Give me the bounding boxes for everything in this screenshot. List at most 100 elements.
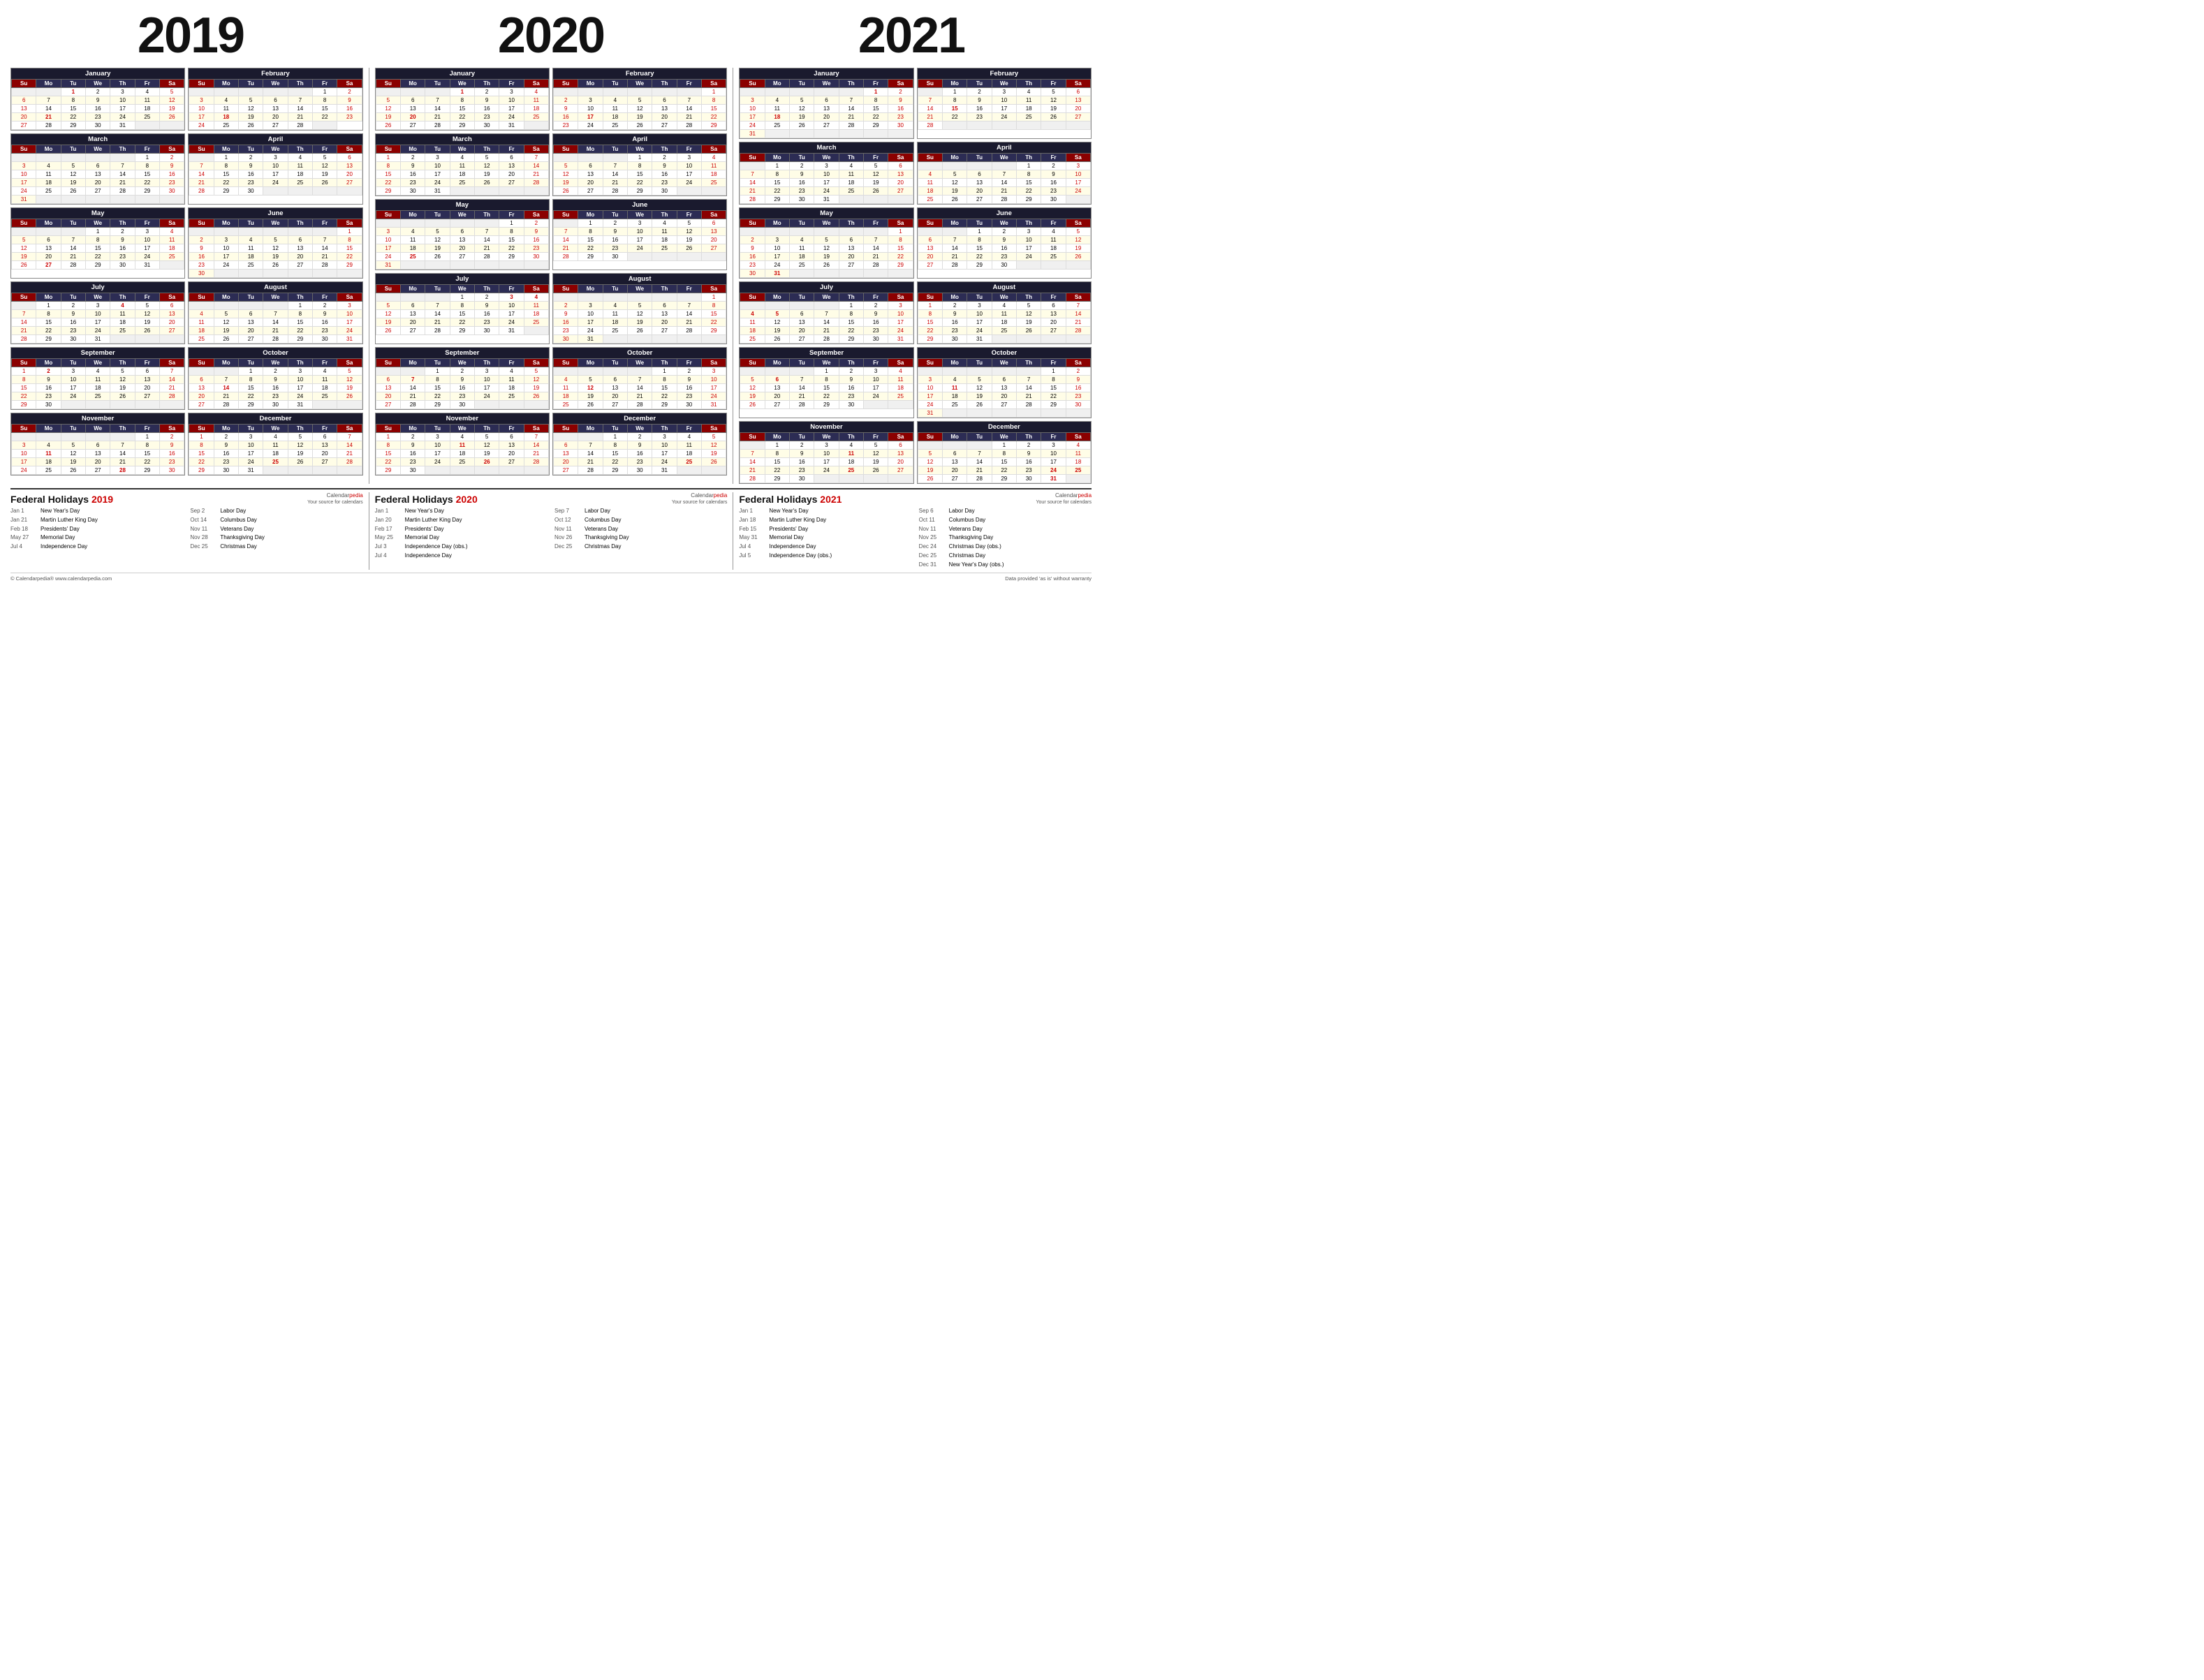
day-header: Sa — [701, 359, 726, 367]
cal-day: 9 — [401, 441, 425, 450]
cal-day — [814, 88, 839, 96]
cal-day: 14 — [474, 236, 499, 244]
holiday-item: Jul 3Independence Day (obs.) — [375, 543, 548, 552]
cal-day: 1 — [288, 302, 312, 310]
cal-day: 25 — [85, 392, 110, 401]
cal-day: 20 — [578, 179, 603, 187]
cal-day: 19 — [376, 113, 400, 121]
month-header: January — [376, 68, 549, 79]
cal-day: 12 — [110, 376, 135, 384]
cal-day: 19 — [12, 253, 36, 261]
cal-day: 1 — [701, 293, 726, 302]
cal-day: 12 — [12, 244, 36, 253]
cal-day: 13 — [652, 105, 677, 113]
cal-table: SuMoTuWeThFrSa12345678910111213141516171… — [189, 79, 362, 130]
cal-day: 26 — [263, 261, 288, 270]
day-header: Fr — [677, 80, 701, 88]
cal-day: 7 — [12, 310, 36, 318]
cal-day: 6 — [450, 228, 474, 236]
cal-day — [524, 121, 548, 130]
cal-day: 3 — [376, 228, 400, 236]
cal-day: 8 — [337, 236, 362, 244]
cal-day — [677, 253, 701, 261]
cal-day: 10 — [1066, 170, 1090, 179]
day-header: Sa — [337, 425, 362, 433]
cal-day — [425, 261, 450, 270]
cal-table: SuMoTuWeThFrSa12345678910111213141516171… — [11, 293, 184, 344]
cal-day — [918, 441, 942, 450]
cal-day — [918, 88, 942, 96]
cal-day: 13 — [288, 244, 312, 253]
cal-day: 18 — [214, 113, 238, 121]
cal-day — [701, 187, 726, 196]
cal-day: 23 — [839, 392, 863, 401]
cal-day: 6 — [652, 302, 677, 310]
cal-day: 23 — [85, 113, 110, 121]
cal-day: 8 — [839, 310, 863, 318]
day-header: We — [450, 211, 474, 219]
cal-day: 8 — [135, 441, 159, 450]
cal-day: 6 — [312, 433, 337, 441]
day-header: Th — [110, 219, 135, 228]
month-calendar: SeptemberSuMoTuWeThFrSa12345678910111213… — [739, 347, 913, 418]
cal-day — [790, 367, 814, 376]
cal-day: 8 — [627, 162, 652, 170]
holiday-name: Thanksgiving Day — [220, 533, 265, 543]
month-calendar: AugustSuMoTuWeThFrSa12345678910111213141… — [917, 281, 1092, 344]
holiday-item: Nov 26Thanksgiving Day — [554, 533, 727, 543]
month-calendar: JanuarySuMoTuWeThFrSa1234567891011121314… — [739, 68, 913, 139]
day-header: We — [450, 80, 474, 88]
cal-day — [790, 130, 814, 138]
cal-day: 2 — [863, 302, 888, 310]
month-header: October — [918, 348, 1091, 358]
cal-day: 13 — [992, 384, 1016, 392]
cal-day — [189, 154, 214, 162]
cal-day: 4 — [839, 162, 863, 170]
cal-day: 16 — [992, 244, 1016, 253]
day-header: Th — [652, 285, 677, 293]
year-2021: 2021 — [858, 7, 964, 64]
cal-day — [61, 433, 85, 441]
holiday-name: Labor Day — [949, 507, 975, 516]
cal-day: 29 — [12, 401, 36, 409]
cal-day: 19 — [943, 187, 967, 196]
holiday-item: Feb 15Presidents' Day — [739, 525, 911, 534]
cal-day — [918, 162, 942, 170]
cal-day: 29 — [238, 401, 263, 409]
cal-day: 22 — [701, 318, 726, 327]
cal-day: 10 — [499, 96, 524, 105]
holiday-date: Dec 25 — [919, 552, 946, 561]
cal-day: 3 — [701, 367, 726, 376]
cal-day: 18 — [238, 253, 263, 261]
month-header: August — [918, 282, 1091, 293]
cal-day: 21 — [740, 466, 765, 475]
cal-day — [943, 121, 967, 130]
holiday-col-right: Sep 7Labor DayOct 12Columbus DayNov 11Ve… — [554, 507, 727, 561]
holiday-name: Veterans Day — [949, 525, 983, 534]
cal-day — [12, 154, 36, 162]
cal-day: 16 — [863, 318, 888, 327]
day-header: Tu — [238, 219, 263, 228]
cal-day — [814, 270, 839, 278]
cal-day — [425, 88, 450, 96]
cal-day: 15 — [652, 384, 677, 392]
holiday-name: New Year's Day — [41, 507, 80, 516]
cal-day: 13 — [652, 310, 677, 318]
cal-day: 28 — [578, 466, 603, 475]
cal-day: 4 — [288, 154, 312, 162]
cal-day: 22 — [499, 244, 524, 253]
cal-day — [888, 196, 913, 204]
cal-day: 23 — [1041, 187, 1066, 196]
cal-day: 26 — [1066, 253, 1090, 261]
cal-day: 18 — [918, 187, 942, 196]
cal-day: 1 — [627, 154, 652, 162]
cal-day — [814, 475, 839, 483]
day-header: Su — [12, 145, 36, 154]
day-header: Mo — [943, 219, 967, 228]
cal-day: 10 — [85, 310, 110, 318]
cal-day: 22 — [863, 113, 888, 121]
cal-day: 29 — [450, 121, 474, 130]
cal-day: 27 — [263, 121, 288, 130]
day-header: Su — [740, 219, 765, 228]
cal-table: SuMoTuWeThFrSa12345678910111213141516171… — [918, 293, 1091, 344]
